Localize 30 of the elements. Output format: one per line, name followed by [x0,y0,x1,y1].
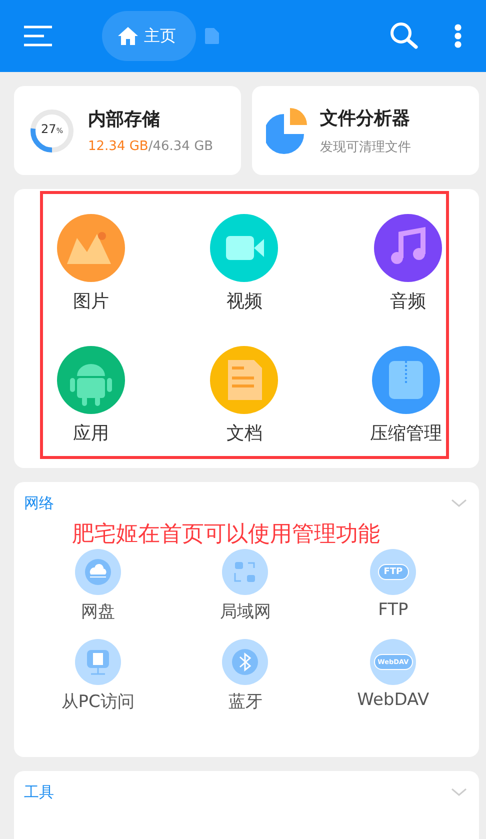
section-title: 网络 [24,494,54,513]
used-size: 12.34 GB [88,139,148,154]
pie-chart-icon [266,108,308,154]
category-item[interactable]: 音频 [374,214,446,324]
category-item[interactable]: 文档 [177,346,312,456]
search-icon[interactable] [390,22,418,50]
monitor-icon [74,639,121,685]
category-item[interactable]: 压缩管理 [370,346,446,456]
network-item[interactable]: 局域网 [172,549,320,623]
section-title: 工具 [24,783,54,802]
network-icon [222,549,268,595]
cloud-icon [74,549,121,595]
analyzer-card[interactable]: 文件分析器 发现可清理文件 [252,86,479,175]
home-icon [118,27,138,45]
category-item[interactable]: 图片 [43,214,125,324]
storage-title: 内部存储 [88,108,161,131]
menu-icon[interactable] [24,25,52,47]
more-icon[interactable] [454,24,462,48]
annotation-text: 肥宅姬在首页可以使用管理功能 [72,521,381,549]
analyzer-title: 文件分析器 [320,106,411,130]
category-item[interactable]: 视频 [177,214,312,324]
network-item[interactable]: 蓝牙 [172,639,320,713]
analyzer-subtitle: 发现可清理文件 [320,138,411,156]
network-item[interactable]: 网盘 [24,549,172,623]
bluetooth-icon [222,639,268,685]
total-size: /46.34 GB [148,139,214,154]
network-item[interactable]: 从PC访问 [24,639,172,713]
category-item[interactable]: 应用 [43,346,125,456]
network-item[interactable]: FTP FTP [319,549,467,623]
label-badge-icon: FTP [370,549,416,595]
